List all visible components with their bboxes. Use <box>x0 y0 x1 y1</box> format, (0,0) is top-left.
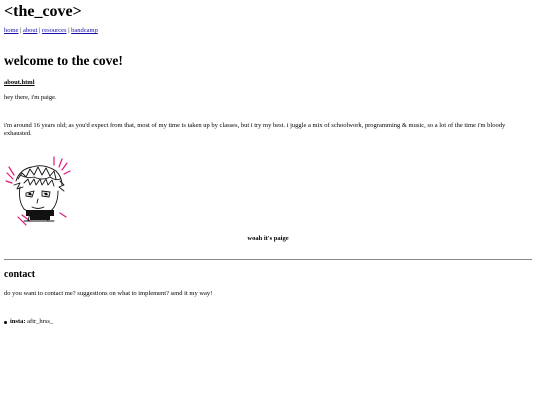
intro-text: hey there, i'm paige. <box>4 94 57 101</box>
nav-separator: | <box>20 27 22 34</box>
nav-link-resources[interactable]: resources <box>42 27 67 34</box>
contact-text: do you want to contact me? suggestions o… <box>4 290 213 297</box>
avatar-caption: woah it's paige <box>247 235 289 242</box>
site-title: <the_cove> <box>4 3 82 20</box>
contact-item-insta: insta: aftr_hrss_ <box>4 318 53 326</box>
nav-separator: | <box>39 27 41 34</box>
bullet-icon <box>4 320 7 324</box>
welcome-heading: welcome to the cove! <box>4 53 123 68</box>
contact-item-label: insta: <box>10 318 26 325</box>
section-divider <box>4 259 532 260</box>
avatar-doodle-icon <box>5 156 71 226</box>
contact-list: insta: aftr_hrss_ <box>4 318 53 326</box>
nav-link-about[interactable]: about <box>23 27 37 34</box>
nav-link-home[interactable]: home <box>4 27 18 34</box>
top-nav: home | about | resources | bandcamp <box>4 27 98 35</box>
contact-item-value: aftr_hrss_ <box>27 318 54 325</box>
bio-text: i'm around 16 years old; as you'd expect… <box>4 122 506 137</box>
contact-heading: contact <box>4 269 36 280</box>
nav-link-bandcamp[interactable]: bandcamp <box>71 27 98 34</box>
nav-separator: | <box>68 27 70 34</box>
about-heading: about.html <box>4 79 35 86</box>
